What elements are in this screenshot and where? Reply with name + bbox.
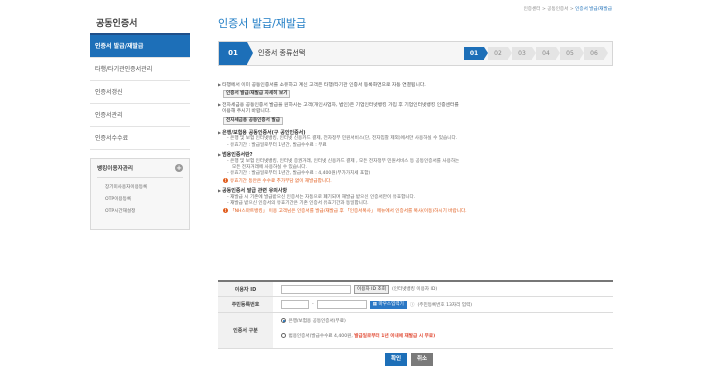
row-rrn: 주민등록번호 - ▦ 마우스입력기 ⓘ (주민등록번호 13자리 입력)	[218, 297, 613, 313]
form-actions: 확인 취소	[385, 353, 433, 366]
step-chip: 06	[584, 47, 608, 60]
arrow-right-icon: ▶	[218, 188, 222, 194]
banking-user-panel-header[interactable]: 뱅킹이용자관리 +	[97, 164, 183, 178]
cancel-button[interactable]: 취소	[411, 353, 433, 366]
cert-type-option-bank[interactable]: 은행/보험용 공동인증서(무료)	[281, 314, 346, 329]
step-chip-active: 01	[464, 47, 488, 60]
step-chip: 04	[536, 47, 560, 60]
user-id-lookup-button[interactable]: 이용자 ID 조회	[354, 284, 389, 294]
breadcrumb-current: 인증서 발급/재발급	[575, 7, 612, 12]
user-id-label: 이용자 ID	[218, 282, 273, 296]
intro-text-2b: 이용해 주시기 바랍니다.	[222, 109, 271, 115]
breadcrumb: 인증센터 > 공동인증서 > 인증서 발급/재발급	[524, 6, 612, 12]
step-number: 01	[219, 42, 253, 65]
section-universal-cert-warning: ! 유효기간 동안은 수수료 추가부담 없이 재발급합니다.	[223, 177, 332, 184]
issue-detail-button[interactable]: 인증서 발급/재발급 자세히 보기	[223, 90, 291, 99]
breadcrumb-level1[interactable]: 공동인증서	[547, 7, 568, 12]
tax-cert-button[interactable]: 전자세금용 공동인증서 발급	[223, 116, 283, 125]
rrn-label: 주민등록번호	[218, 297, 273, 312]
step-chip: 03	[512, 47, 536, 60]
row-user-id: 이용자 ID 이용자 ID 조회 (인터넷뱅킹 이용자 ID)	[218, 282, 613, 297]
step-indicator: 01 02 03 04 05 06	[464, 47, 608, 60]
row-cert-type: 인증서 구분 은행/보험용 공동인증서(무료) 범용인증서(발급수수료 4,40…	[218, 313, 613, 349]
mouse-keyboard-button[interactable]: ▦ 마우스입력기	[369, 300, 407, 309]
cert-type-option-universal[interactable]: 범용인증서(발급수수료 4,400원, 발급일로부터 1년 이내에 재발급 시 …	[281, 329, 435, 344]
plus-icon[interactable]: +	[175, 164, 183, 172]
step-bar: 01 인증서 종류선택 01 02 03 04 05 06	[218, 41, 613, 66]
arrow-right-icon: ▶	[218, 82, 222, 87]
section-universal-cert-title: ▶범용인증서란?	[218, 152, 253, 159]
radio-icon[interactable]	[281, 333, 286, 338]
arrow-right-icon: ▶	[218, 152, 222, 158]
info-content: ▶타행에서 이미 공동인증서를 소유하고 계신 고객은 타행/타기관 인증서 등…	[218, 82, 618, 215]
rrn-back-input[interactable]	[316, 300, 367, 309]
confirm-button[interactable]: 확인	[385, 353, 407, 366]
arrow-right-icon: ▶	[218, 129, 222, 135]
cert-type-label: 인증서 구분	[218, 313, 273, 348]
step-chip: 02	[488, 47, 512, 60]
rrn-hint: (주민등록번호 13자리 입력)	[417, 302, 473, 308]
sidebar-item-other-certs[interactable]: 타행/타기관인증서관리	[90, 58, 190, 81]
warning-icon: !	[223, 207, 228, 213]
user-id-hint: (인터넷뱅킹 이용자 ID)	[391, 287, 438, 292]
sidebar-item-issue[interactable]: 인증서 발급/재발급	[90, 35, 190, 58]
section-notice-warning: ! 「NH스마트뱅킹」 이용 고객님은 인증서를 발급/재발급 후 「인증서복사」…	[223, 207, 467, 214]
sidebar-title: 공동인증서	[90, 8, 190, 35]
user-id-input[interactable]	[281, 284, 351, 294]
sidebar-item-fee[interactable]: 인증서수수료	[90, 127, 190, 150]
rrn-front-input[interactable]	[281, 300, 309, 309]
sidebar: 공동인증서 인증서 발급/재발급 타행/타기관인증서관리 인증서갱신 인증서관리…	[90, 8, 190, 230]
sub-link-otp-register[interactable]: OTP이용등록	[97, 196, 183, 202]
intro-text-1: ▶타행에서 이미 공동인증서를 소유하고 계신 고객은 타행/타기관 인증서 등…	[218, 82, 426, 88]
arrow-right-icon: ▶	[218, 102, 222, 108]
page-title: 인증서 발급/재발급	[218, 17, 307, 30]
sidebar-item-manage[interactable]: 인증서관리	[90, 104, 190, 127]
breadcrumb-home[interactable]: 인증센터	[524, 7, 541, 12]
cert-request-form: 이용자 ID 이용자 ID 조회 (인터넷뱅킹 이용자 ID) 주민등록번호 -…	[218, 280, 613, 349]
step-label: 인증서 종류선택	[258, 49, 306, 57]
sub-link-otp-reset[interactable]: OTP시간재설정	[97, 208, 183, 214]
banking-user-panel: 뱅킹이용자관리 + 장기미사용자이용등록 OTP이용등록 OTP시간재설정	[90, 158, 190, 230]
sub-link-dormant[interactable]: 장기미사용자이용등록	[97, 184, 183, 190]
intro-text-2: ▶전자세금용 공동인증서 발급을 원하시는 고객(개인사업자, 법인)은 기업인…	[218, 102, 459, 109]
radio-selected-icon[interactable]	[281, 318, 286, 323]
rrn-separator: -	[312, 302, 314, 307]
banking-user-panel-title: 뱅킹이용자관리	[97, 166, 134, 172]
rrn-hint-icon: ⓘ	[409, 302, 415, 308]
sidebar-item-renew[interactable]: 인증서갱신	[90, 81, 190, 104]
warning-icon: !	[223, 177, 228, 183]
step-chip: 05	[560, 47, 584, 60]
